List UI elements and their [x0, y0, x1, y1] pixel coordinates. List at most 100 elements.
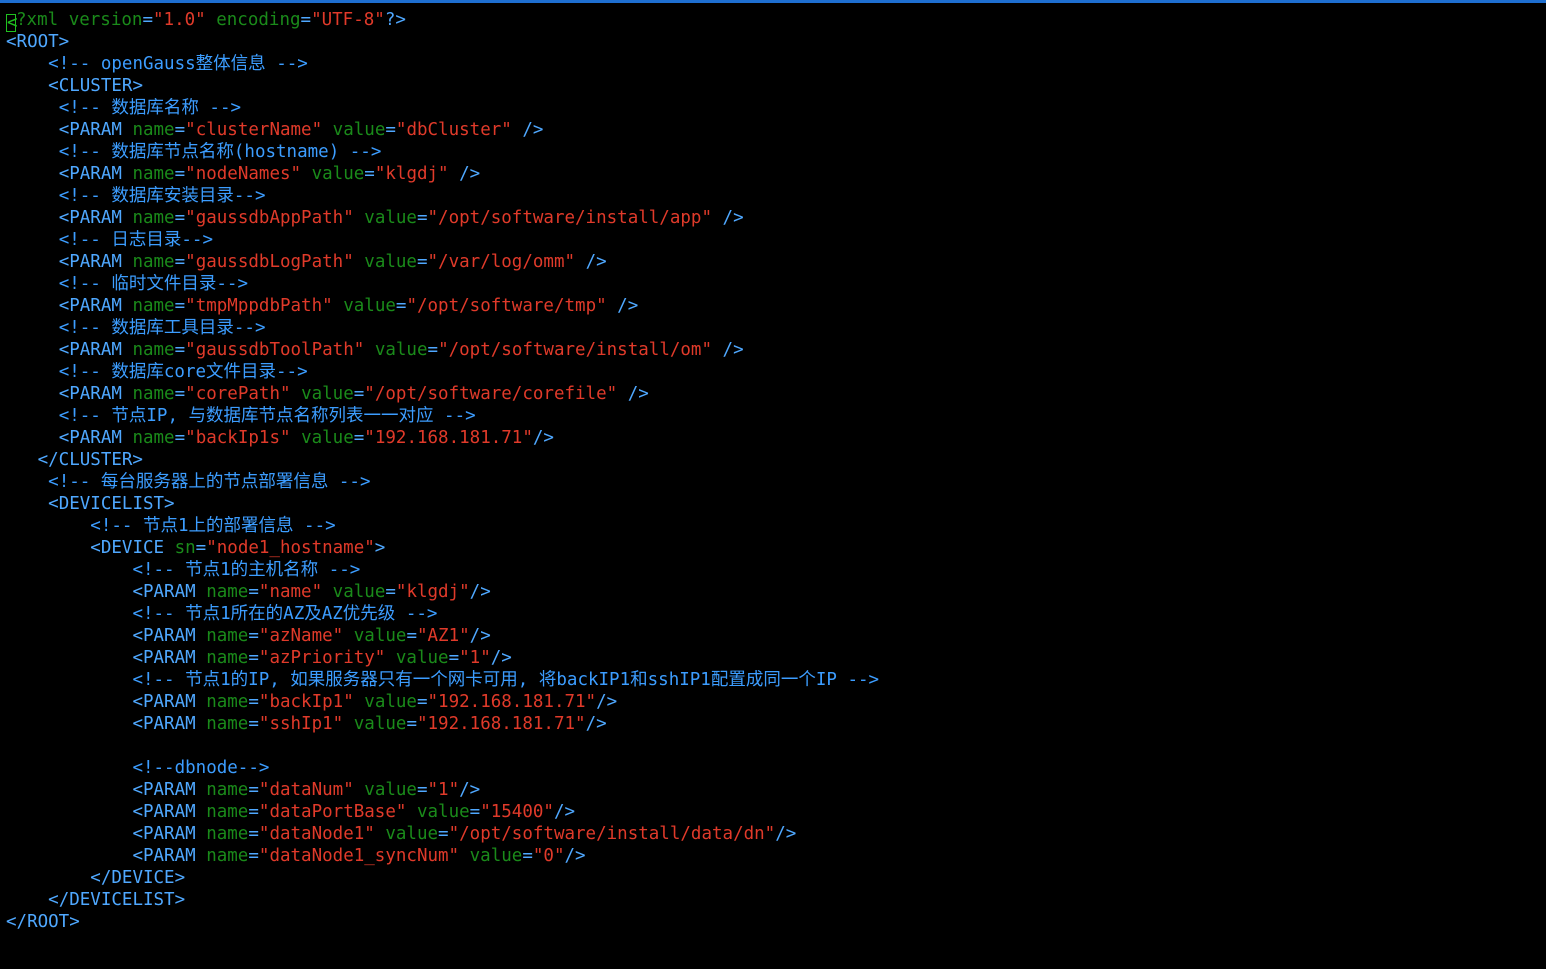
code-line: <!-- 数据库core文件目录-->	[6, 361, 1542, 383]
param-name-value: "backIp1s"	[185, 428, 291, 448]
code-line: <!--dbnode-->	[6, 757, 1542, 779]
attr-name: name	[132, 252, 175, 272]
attr-name: version	[68, 10, 143, 30]
attr-name: name	[132, 164, 175, 184]
tag-close: />	[712, 340, 744, 360]
xml-editor[interactable]: <?xml version="1.0" encoding="UTF-8"?> <R…	[6, 9, 1542, 967]
code-line: <!-- 节点1所在的AZ及AZ优先级 -->	[6, 603, 1542, 625]
attr-name: name	[132, 208, 175, 228]
attr-name: sn	[174, 538, 196, 558]
param-name-value: "azPriority"	[258, 648, 386, 668]
window-top-border	[0, 0, 1546, 3]
equals: =	[174, 340, 186, 360]
tag-close: />	[553, 802, 576, 822]
param-tag: <PARAM	[132, 780, 207, 800]
code-line: <PARAM name="name" value="klgdj"/>	[6, 581, 1542, 603]
equals: =	[353, 384, 365, 404]
tag-close: />	[575, 252, 607, 272]
equals: =	[364, 164, 375, 184]
attr-name: value	[374, 340, 428, 360]
code-line: <PARAM name="azPriority" value="1"/>	[6, 647, 1542, 669]
param-name-value: "clusterName"	[185, 120, 323, 140]
attr-name: value	[364, 692, 417, 712]
code-line: <PARAM name="gaussdbLogPath" value="/var…	[6, 251, 1542, 273]
xml-tag: </DEVICELIST>	[48, 890, 186, 910]
xml-comment: <!-- 日志目录-->	[58, 230, 213, 250]
tag-close: />	[596, 692, 618, 712]
tag-close: />	[617, 384, 649, 404]
equals: =	[174, 120, 186, 140]
xml-comment: <!-- 数据库安装目录-->	[58, 186, 266, 206]
attr-name: name	[206, 846, 249, 866]
code-line: <CLUSTER>	[6, 75, 1542, 97]
equals: =	[248, 692, 259, 712]
param-name-value: "gaussdbToolPath"	[185, 340, 365, 360]
param-name-value: "gaussdbLogPath"	[185, 252, 354, 272]
text-cursor: <	[6, 13, 18, 33]
param-value: "/opt/software/install/om"	[438, 340, 712, 360]
xml-comment: <!-- 数据库节点名称(hostname) -->	[58, 142, 382, 162]
tag-close: />	[511, 120, 544, 140]
code-line: <PARAM name="backIp1s" value="192.168.18…	[6, 427, 1542, 449]
code-line: <PARAM name="dataNode1" value="/opt/soft…	[6, 823, 1542, 845]
param-tag: <PARAM	[132, 626, 207, 646]
equals: =	[406, 714, 417, 734]
equals: =	[395, 296, 407, 316]
code-line: <PARAM name="sshIp1" value="192.168.181.…	[6, 713, 1542, 735]
equals: =	[448, 648, 460, 668]
param-name-value: "dataNode1_syncNum"	[258, 846, 460, 866]
attr-name: value	[416, 802, 470, 822]
equals: =	[469, 802, 481, 822]
equals: =	[353, 428, 365, 448]
attr-value: "UTF-8"	[311, 10, 385, 30]
equals: =	[385, 582, 396, 602]
code-line: <PARAM name="azName" value="AZ1"/>	[6, 625, 1542, 647]
code-line: <!-- 日志目录-->	[6, 229, 1542, 251]
code-line: <DEVICELIST>	[6, 493, 1542, 515]
attr-name: name	[206, 582, 249, 602]
param-value: "/var/log/omm"	[427, 252, 576, 272]
attr-name: value	[332, 582, 386, 602]
param-value: "klgdj"	[395, 582, 470, 602]
tag-close: />	[459, 780, 481, 800]
param-name-value: "corePath"	[185, 384, 291, 404]
tag-close: />	[775, 824, 797, 844]
xml-tag: </CLUSTER>	[37, 450, 143, 470]
equals: =	[416, 208, 428, 228]
attr-name: name	[206, 626, 249, 646]
device-sn-value: "node1_hostname"	[206, 538, 375, 558]
param-value: "1"	[427, 780, 460, 800]
param-tag: <PARAM	[58, 120, 133, 140]
param-name-value: "dataPortBase"	[258, 802, 407, 822]
code-line: <!-- 数据库名称 -->	[6, 97, 1542, 119]
attr-name: value	[343, 296, 396, 316]
attr-name: name	[206, 802, 249, 822]
param-name-value: "dataNum"	[258, 780, 354, 800]
equals: =	[142, 10, 153, 30]
equals: =	[427, 340, 439, 360]
